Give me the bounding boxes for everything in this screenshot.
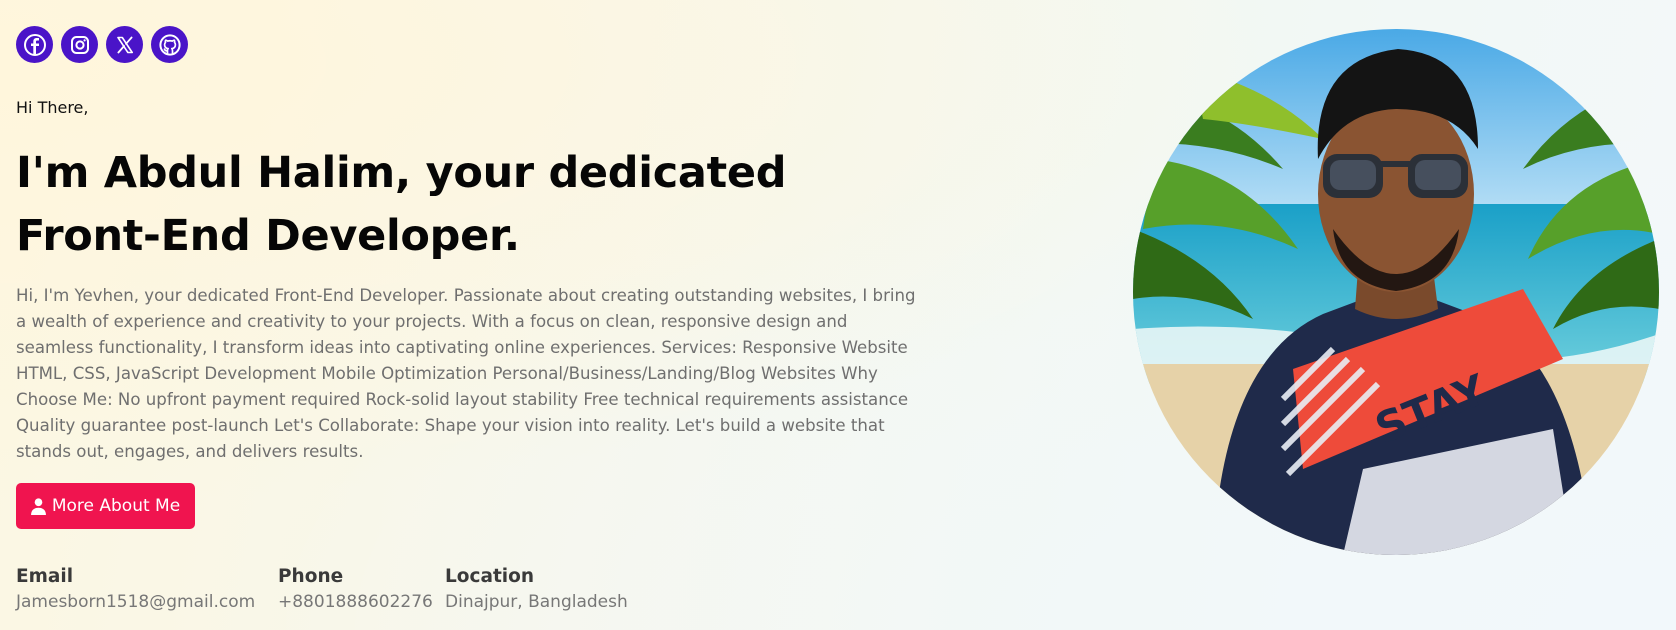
hero-bio: Hi, I'm Yevhen, your dedicated Front-End… (16, 286, 916, 461)
contact-phone: Phone +8801888602276 (278, 566, 433, 612)
location-label: Location (445, 566, 535, 587)
profile-photo: STAY (1133, 29, 1659, 555)
github-icon (158, 33, 181, 56)
greeting-text: Hi There, (16, 98, 89, 117)
phone-label: Phone (278, 566, 344, 587)
x-icon (116, 36, 133, 53)
github-link[interactable] (151, 26, 188, 63)
contact-location: Location Dinajpur, Bangladesh (445, 566, 628, 612)
facebook-icon (23, 33, 46, 56)
social-links (16, 26, 188, 63)
x-link[interactable] (106, 26, 143, 63)
portrait-illustration: STAY (1133, 29, 1659, 555)
more-about-me-button[interactable]: More About Me (16, 483, 195, 529)
more-about-me-label: More About Me (51, 496, 181, 516)
hero-headline: I'm Abdul Halim, your dedicated Front-En… (16, 148, 787, 261)
location-value: Dinajpur, Bangladesh (445, 592, 628, 612)
instagram-link[interactable] (61, 26, 98, 63)
facebook-link[interactable] (16, 26, 53, 63)
email-label: Email (16, 566, 74, 587)
user-icon (30, 497, 46, 515)
instagram-icon (70, 35, 89, 54)
contact-email: Email Jamesborn1518@gmail.com (16, 566, 255, 612)
phone-value[interactable]: +8801888602276 (278, 592, 433, 612)
email-value[interactable]: Jamesborn1518@gmail.com (16, 592, 255, 612)
